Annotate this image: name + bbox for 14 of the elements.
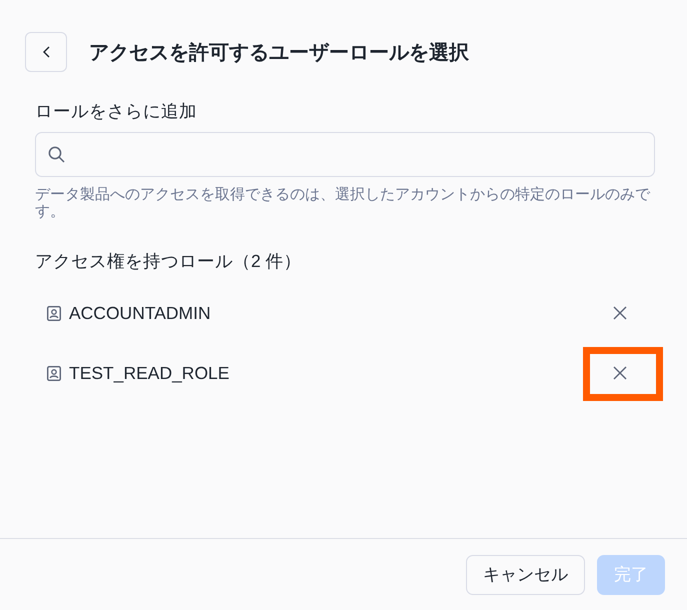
helper-text: データ製品へのアクセスを取得できるのは、選択したアカウントからの特定のロールのみです。 <box>35 186 652 220</box>
field-label: ロールをさらに追加 <box>35 100 198 122</box>
search-field[interactable] <box>35 132 655 177</box>
role-name: TEST_READ_ROLE <box>69 362 230 384</box>
role-name: ACCOUNTADMIN <box>69 302 212 324</box>
close-icon <box>613 366 627 380</box>
cancel-button[interactable]: キャンセル <box>466 554 585 594</box>
user-badge-icon <box>47 366 61 380</box>
section-heading: アクセス権を持つロール（2 件） <box>35 250 303 272</box>
dialog-title: アクセスを許可するユーザーロールを選択 <box>89 40 469 66</box>
search-icon <box>48 146 65 163</box>
back-chevron-icon <box>42 46 50 58</box>
user-badge-icon <box>47 306 61 320</box>
close-icon <box>613 306 627 320</box>
